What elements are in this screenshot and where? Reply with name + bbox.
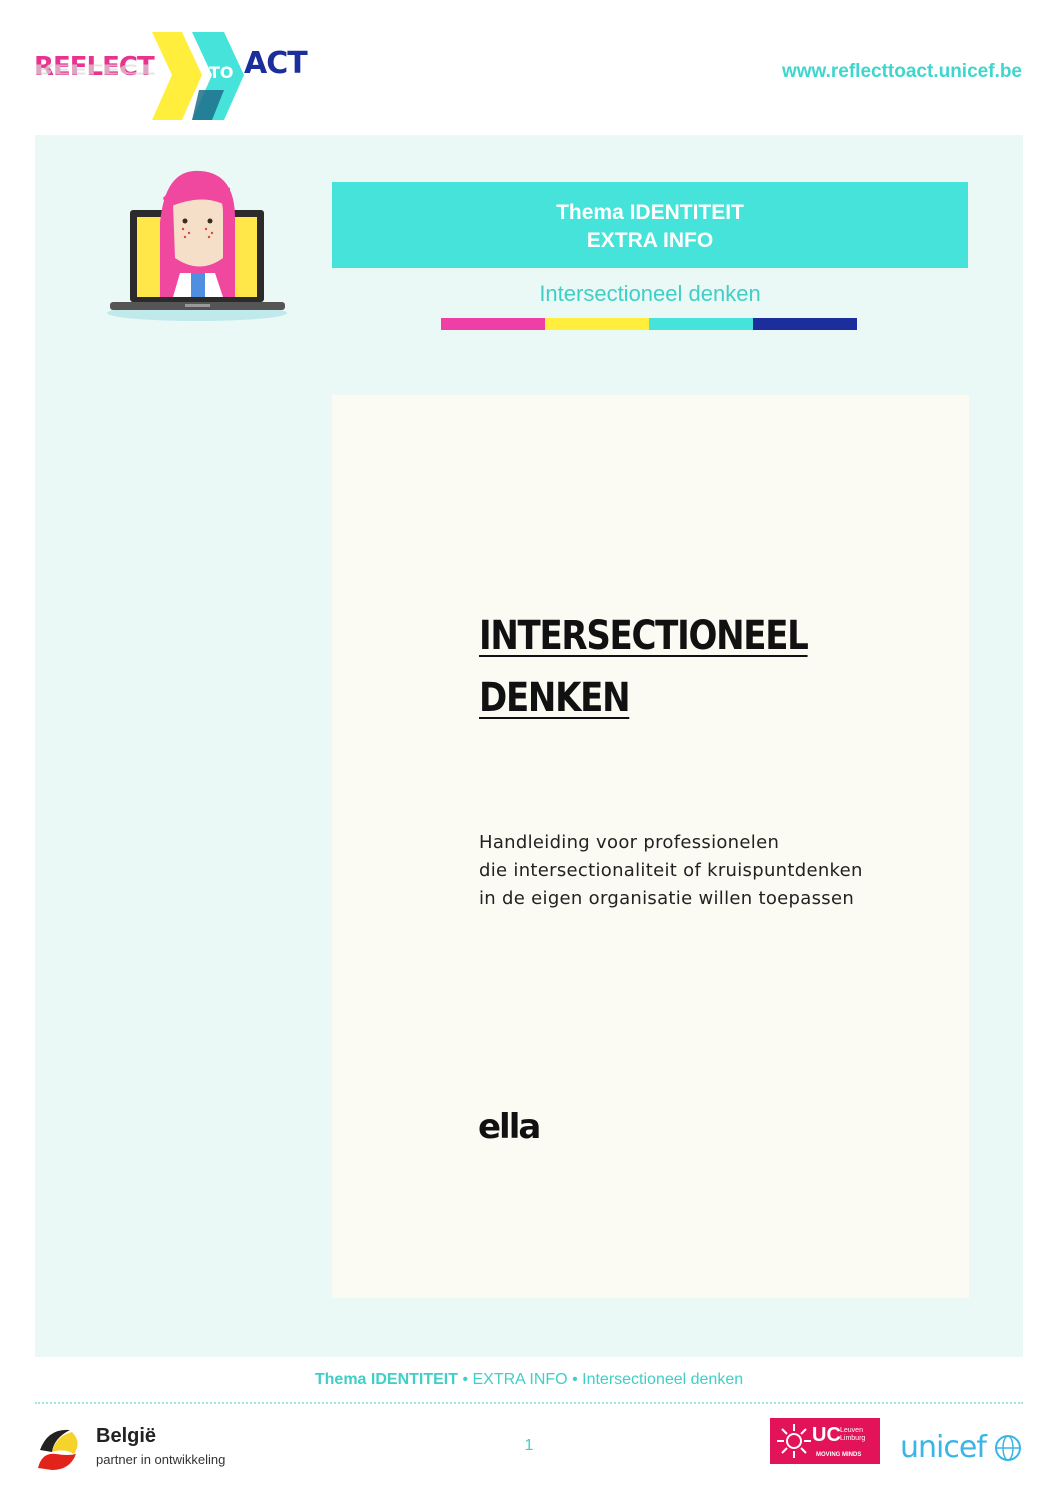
site-url-link[interactable]: www.reflecttoact.unicef.be xyxy=(782,61,1022,83)
document-title-line-2: DENKEN xyxy=(479,675,631,721)
color-bar-turquoise xyxy=(649,318,753,330)
color-bar-pink xyxy=(441,318,545,330)
ucll-uc: UC xyxy=(812,1424,841,1446)
document-title-line-1: INTERSECTIONEEL xyxy=(479,613,809,659)
ucll-logo: UC Leuven Limburg MOVING MINDS xyxy=(770,1418,880,1464)
color-bar xyxy=(441,318,857,330)
footer-divider xyxy=(35,1402,1023,1404)
unicef-globe-icon xyxy=(995,1435,1022,1461)
unicef-wordmark: unicef xyxy=(900,1430,987,1465)
document-description-line-1: Handleiding voor professionelen xyxy=(479,832,780,853)
logo-reflect-reflection: REFLECT xyxy=(34,61,154,76)
ucll-name-line-2: Limburg xyxy=(840,1435,866,1442)
document-description-line-3: in de eigen organisatie willen toepassen xyxy=(479,888,855,909)
ucll-sun-icon xyxy=(777,1424,811,1458)
document-description-line-2: die intersectionaliteit of kruispuntdenk… xyxy=(479,860,863,881)
laptop-avatar-icon xyxy=(105,163,290,323)
unicef-logo: unicef xyxy=(900,1430,1022,1465)
footer-breadcrumb: Thema IDENTITEIT • EXTRA INFO • Intersec… xyxy=(0,1371,1058,1389)
theme-banner-subtitle: EXTRA INFO xyxy=(586,229,714,252)
logo-act-word: ACT xyxy=(244,46,308,81)
footer-theme: Thema IDENTITEIT xyxy=(314,1371,458,1388)
document-cover: INTERSECTIONEEL DENKEN Handleiding voor … xyxy=(332,395,969,1298)
ella-logo: ella xyxy=(478,1107,541,1147)
footer-separator-1: • xyxy=(458,1371,473,1388)
footer-extra: EXTRA INFO xyxy=(472,1371,568,1388)
ucll-tagline: MOVING MINDS xyxy=(816,1452,862,1458)
theme-banner-title: Thema IDENTITEIT xyxy=(556,201,744,224)
reflect-to-act-logo: REFLECT REFLECT TO ACT xyxy=(34,30,319,125)
color-bar-blue xyxy=(753,318,857,330)
theme-topic: Intersectioneel denken xyxy=(539,281,761,306)
ucll-name-line-1: Leuven xyxy=(840,1427,863,1434)
footer-topic: Intersectioneel denken xyxy=(582,1371,744,1388)
logo-to-word: TO xyxy=(209,63,234,82)
color-bar-yellow xyxy=(545,318,649,330)
theme-banner: Thema IDENTITEIT EXTRA INFO xyxy=(332,182,968,268)
ucll-name: Leuven Limburg xyxy=(840,1427,865,1443)
footer-separator-2: • xyxy=(567,1371,583,1388)
